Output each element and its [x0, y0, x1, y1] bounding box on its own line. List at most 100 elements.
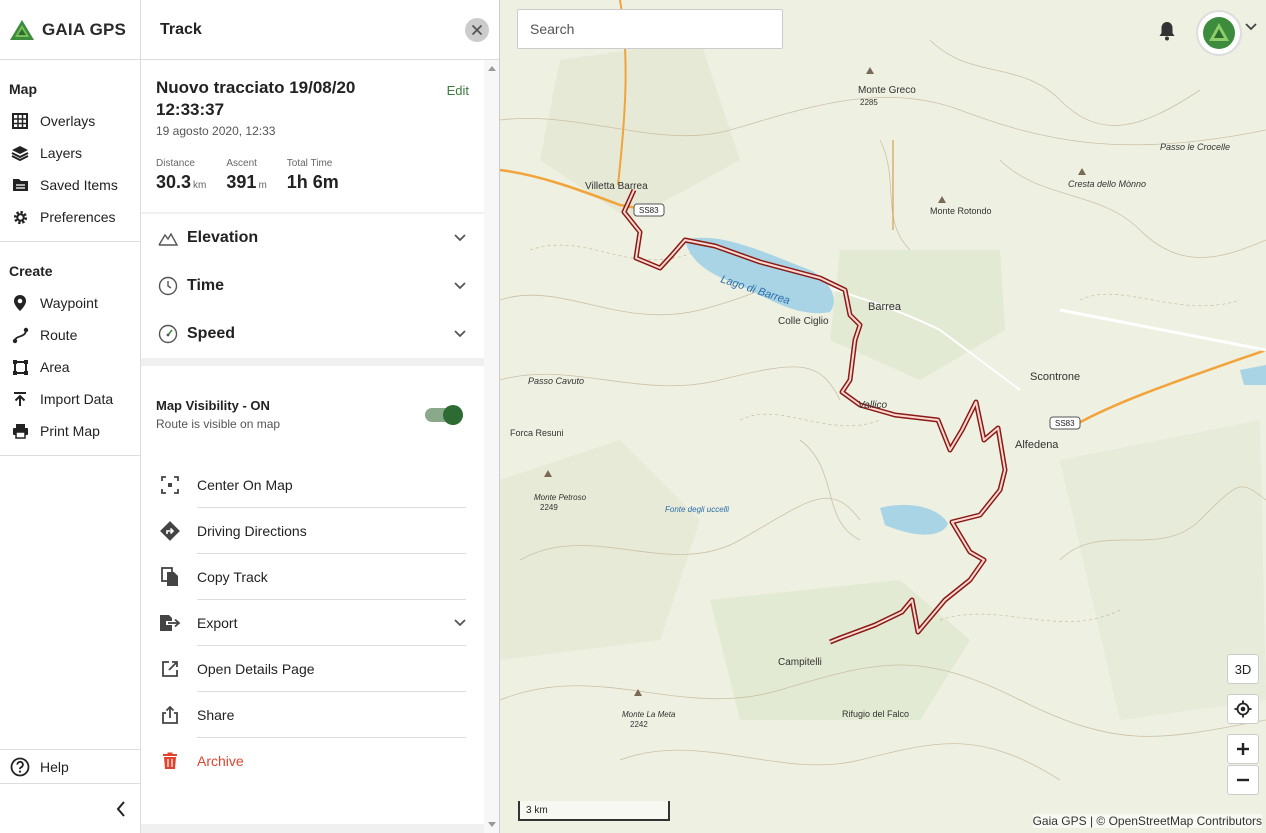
- nav-item-import-data[interactable]: Import Data: [0, 383, 140, 415]
- visibility-toggle[interactable]: [425, 405, 463, 425]
- plus-icon: [1237, 743, 1249, 755]
- chevron-left-icon: [116, 800, 125, 817]
- brand-logo[interactable]: GAIA GPS: [0, 0, 140, 60]
- locate-icon: [1234, 700, 1252, 718]
- nav-item-label: Waypoint: [40, 295, 98, 311]
- nav-item-overlays[interactable]: Overlays: [0, 105, 140, 137]
- action-label: Open Details Page: [197, 660, 315, 677]
- topo-map[interactable]: Villetta Barrea Barrea Colle Ciglio Mont…: [500, 0, 1266, 833]
- action-share[interactable]: Share: [141, 692, 485, 738]
- nav-item-label: Route: [40, 327, 78, 343]
- gaia-logo-icon: [10, 19, 34, 40]
- action-label: Copy Track: [197, 568, 268, 585]
- map-label: Passo Cavuto: [528, 376, 584, 386]
- stat-label: Total Time: [286, 158, 333, 169]
- map-label: Vallico: [858, 400, 888, 411]
- track-summary: Nuovo tracciato 19/08/20 12:33:37 19 ago…: [141, 60, 485, 212]
- panel-scroll-area[interactable]: Nuovo tracciato 19/08/20 12:33:37 19 ago…: [141, 60, 485, 833]
- action-label: Archive: [197, 753, 244, 769]
- stat-ascent: Ascent 391 m: [226, 158, 266, 193]
- toggle-knob: [443, 405, 463, 425]
- zoom-in-button[interactable]: [1227, 734, 1259, 764]
- action-center-on-map[interactable]: Center On Map: [141, 462, 485, 508]
- track-stats: Distance 30.3 km Ascent 391 m Total Time 1…: [156, 158, 470, 193]
- stat-unit: m: [258, 180, 267, 191]
- stat-total-time: Total Time 1h 6m: [287, 158, 339, 193]
- action-open-details-page[interactable]: Open Details Page: [141, 646, 485, 692]
- gaia-avatar-icon: [1203, 17, 1235, 49]
- nav-item-saved-items[interactable]: Saved Items: [0, 169, 140, 201]
- clock-icon: [158, 276, 178, 296]
- map-view[interactable]: Villetta Barrea Barrea Colle Ciglio Mont…: [500, 0, 1266, 833]
- map-label: 2249: [540, 503, 558, 512]
- nav-item-waypoint[interactable]: Waypoint: [0, 287, 140, 319]
- track-panel: Track Nuovo tracciato 19/08/20 12:33:37 …: [141, 0, 500, 833]
- map-label: Colle Ciglio: [778, 316, 829, 327]
- track-date: 19 agosto 2020, 12:33: [156, 124, 276, 138]
- copy-icon: [161, 567, 178, 586]
- nav-item-label: Import Data: [40, 391, 114, 407]
- section-speed[interactable]: Speed: [141, 310, 485, 358]
- action-driving-directions[interactable]: Driving Directions: [141, 508, 485, 554]
- chevron-down-icon: [454, 330, 466, 338]
- stat-value: 391 m: [226, 172, 266, 193]
- nav-item-route[interactable]: Route: [0, 319, 140, 351]
- road-shield: SS83: [639, 206, 659, 215]
- brand-name: GAIA GPS: [42, 19, 127, 39]
- stat-number: 30.3: [156, 172, 192, 192]
- nav-item-help[interactable]: Help: [0, 749, 140, 783]
- bell-icon[interactable]: [1157, 20, 1177, 42]
- gear-icon: [11, 208, 29, 226]
- panel-scrollbar[interactable]: [484, 60, 499, 833]
- action-archive[interactable]: Archive: [141, 738, 485, 784]
- user-avatar[interactable]: [1196, 10, 1242, 56]
- chevron-down-icon: [454, 618, 466, 626]
- locate-button[interactable]: [1227, 694, 1259, 724]
- section-label: Time: [187, 277, 225, 294]
- visibility-subtitle: Route is visible on map: [156, 417, 281, 431]
- stat-value: 30.3 km: [156, 172, 206, 193]
- nav-item-label: Overlays: [40, 113, 96, 129]
- visibility-title: Map Visibility - ON: [156, 398, 270, 413]
- layers-icon: [11, 144, 29, 162]
- share-icon: [162, 706, 178, 724]
- minus-icon: [1237, 778, 1249, 782]
- nav-divider: [0, 455, 140, 456]
- section-time[interactable]: Time: [141, 262, 485, 310]
- collapse-nav-button[interactable]: [0, 783, 140, 833]
- chevron-down-icon[interactable]: [1245, 23, 1257, 31]
- search-placeholder: Search: [530, 21, 575, 37]
- action-copy-track[interactable]: Copy Track: [141, 554, 485, 600]
- action-label: Export: [197, 614, 238, 631]
- map-label: Monte Greco: [858, 85, 916, 96]
- close-panel-button[interactable]: [465, 17, 489, 42]
- nav-item-label: Layers: [40, 145, 83, 161]
- zoom-out-button[interactable]: [1227, 765, 1259, 795]
- map-label: Passo le Crocelle: [1160, 142, 1230, 152]
- stat-number: 391: [226, 172, 257, 192]
- map-scale-bar: 3 km: [518, 801, 670, 821]
- nav-item-area[interactable]: Area: [0, 351, 140, 383]
- printer-icon: [11, 422, 29, 440]
- chevron-down-icon: [454, 282, 466, 290]
- map-label: 2285: [860, 98, 878, 107]
- map-label: 2242: [630, 720, 648, 729]
- map-visibility-row: Map Visibility - ON Route is visible on …: [141, 366, 485, 462]
- nav-item-preferences[interactable]: Preferences: [0, 201, 140, 233]
- action-export[interactable]: Export: [141, 600, 485, 646]
- panel-title: Track: [160, 20, 202, 38]
- map-label: Monte Rotondo: [930, 206, 992, 216]
- edit-track-link[interactable]: Edit: [447, 83, 469, 98]
- map-label: Fonte degli uccelli: [665, 505, 729, 514]
- map-label: Forca Resuni: [510, 428, 564, 438]
- help-icon: [10, 757, 30, 776]
- nav-item-label: Area: [40, 359, 70, 375]
- nav-item-print-map[interactable]: Print Map: [0, 415, 140, 447]
- map-label: Rifugio del Falco: [842, 709, 909, 719]
- nav-item-layers[interactable]: Layers: [0, 137, 140, 169]
- map-attribution: Gaia GPS | © OpenStreetMap Contributors: [1032, 814, 1262, 828]
- map-search-input[interactable]: Search: [517, 9, 783, 49]
- toggle-3d-button[interactable]: 3D: [1227, 654, 1259, 684]
- map-label: Scontrone: [1030, 371, 1080, 383]
- section-elevation[interactable]: Elevation: [141, 214, 485, 262]
